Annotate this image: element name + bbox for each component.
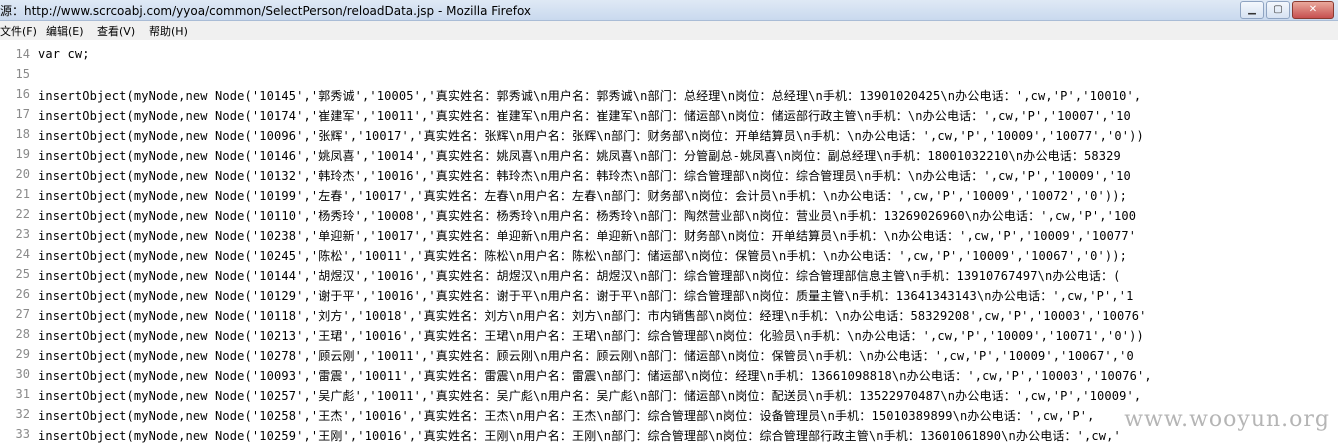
code-text: insertObject(myNode,new Node('10258','王杰… [38,409,1095,423]
line-number: 15 [15,67,30,81]
line-number: 23 [15,227,30,241]
menu-view[interactable]: 查看(V) [97,23,135,39]
code-text: insertObject(myNode,new Node('10245','陈松… [38,249,1127,263]
line-number: 24 [15,247,30,261]
code-text: insertObject(myNode,new Node('10093','雷震… [38,369,1152,383]
window-titlebar[interactable]: 源：http://www.scrcoabj.com/yyoa/common/Se… [0,0,1338,21]
code-text: insertObject(myNode,new Node('10144','胡煜… [38,269,1121,283]
code-text: insertObject(myNode,new Node('10213','王珺… [38,329,1144,343]
line-number: 17 [15,107,30,121]
line-number: 28 [15,327,30,341]
code-text: var cw; [38,47,90,61]
line-number: 18 [15,127,30,141]
menu-edit[interactable]: 编辑(E) [46,23,84,39]
code-text: insertObject(myNode,new Node('10146','姚凤… [38,149,1121,163]
line-number: 32 [15,407,30,421]
menubar: 文件(F) 编辑(E) 查看(V) 帮助(H) [0,21,1338,40]
line-number: 14 [15,47,30,61]
code-text: insertObject(myNode,new Node('10132','韩玲… [38,169,1131,183]
maximize-button[interactable]: ▢ [1266,1,1290,19]
line-number: 22 [15,207,30,221]
code-text: insertObject(myNode,new Node('10174','崔建… [38,109,1131,123]
code-text: insertObject(myNode,new Node('10257','吴广… [38,389,1142,403]
code-text: insertObject(myNode,new Node('10199','左春… [38,189,1127,203]
code-text: insertObject(myNode,new Node('10129','谢于… [38,289,1134,303]
line-number: 19 [15,147,30,161]
line-number: 21 [15,187,30,201]
code-text: insertObject(myNode,new Node('10110','杨秀… [38,209,1137,223]
close-button[interactable]: ✕ [1292,1,1334,19]
window-controls: ▁ ▢ ✕ [1240,1,1334,19]
line-number: 26 [15,287,30,301]
minimize-button[interactable]: ▁ [1240,1,1264,19]
code-text: insertObject(myNode,new Node('10096','张辉… [38,129,1144,143]
line-number: 25 [15,267,30,281]
line-number: 27 [15,307,30,321]
source-view[interactable]: 14 var cw; 15 16 insertObject(myNode,new Nod… [0,40,1338,444]
code-text: insertObject(myNode,new Node('10278','顾云… [38,349,1134,363]
watermark: www.wooyun.org [1124,407,1330,432]
window-title: 源：http://www.scrcoabj.com/yyoa/common/Se… [0,4,532,18]
menu-file[interactable]: 文件(F) [0,23,37,39]
code-text: insertObject(myNode,new Node('10238','单迎… [38,229,1137,243]
line-number: 33 [15,427,30,441]
code-text: insertObject(myNode,new Node('10145','郭秀… [38,89,1142,103]
line-number: 16 [15,87,30,101]
code-text: insertObject(myNode,new Node('10259','王刚… [38,429,1121,443]
line-number: 30 [15,367,30,381]
code-text: insertObject(myNode,new Node('10118','刘方… [38,309,1147,323]
line-number: 20 [15,167,30,181]
menu-help[interactable]: 帮助(H) [149,23,188,39]
line-number: 29 [15,347,30,361]
line-number: 31 [15,387,30,401]
